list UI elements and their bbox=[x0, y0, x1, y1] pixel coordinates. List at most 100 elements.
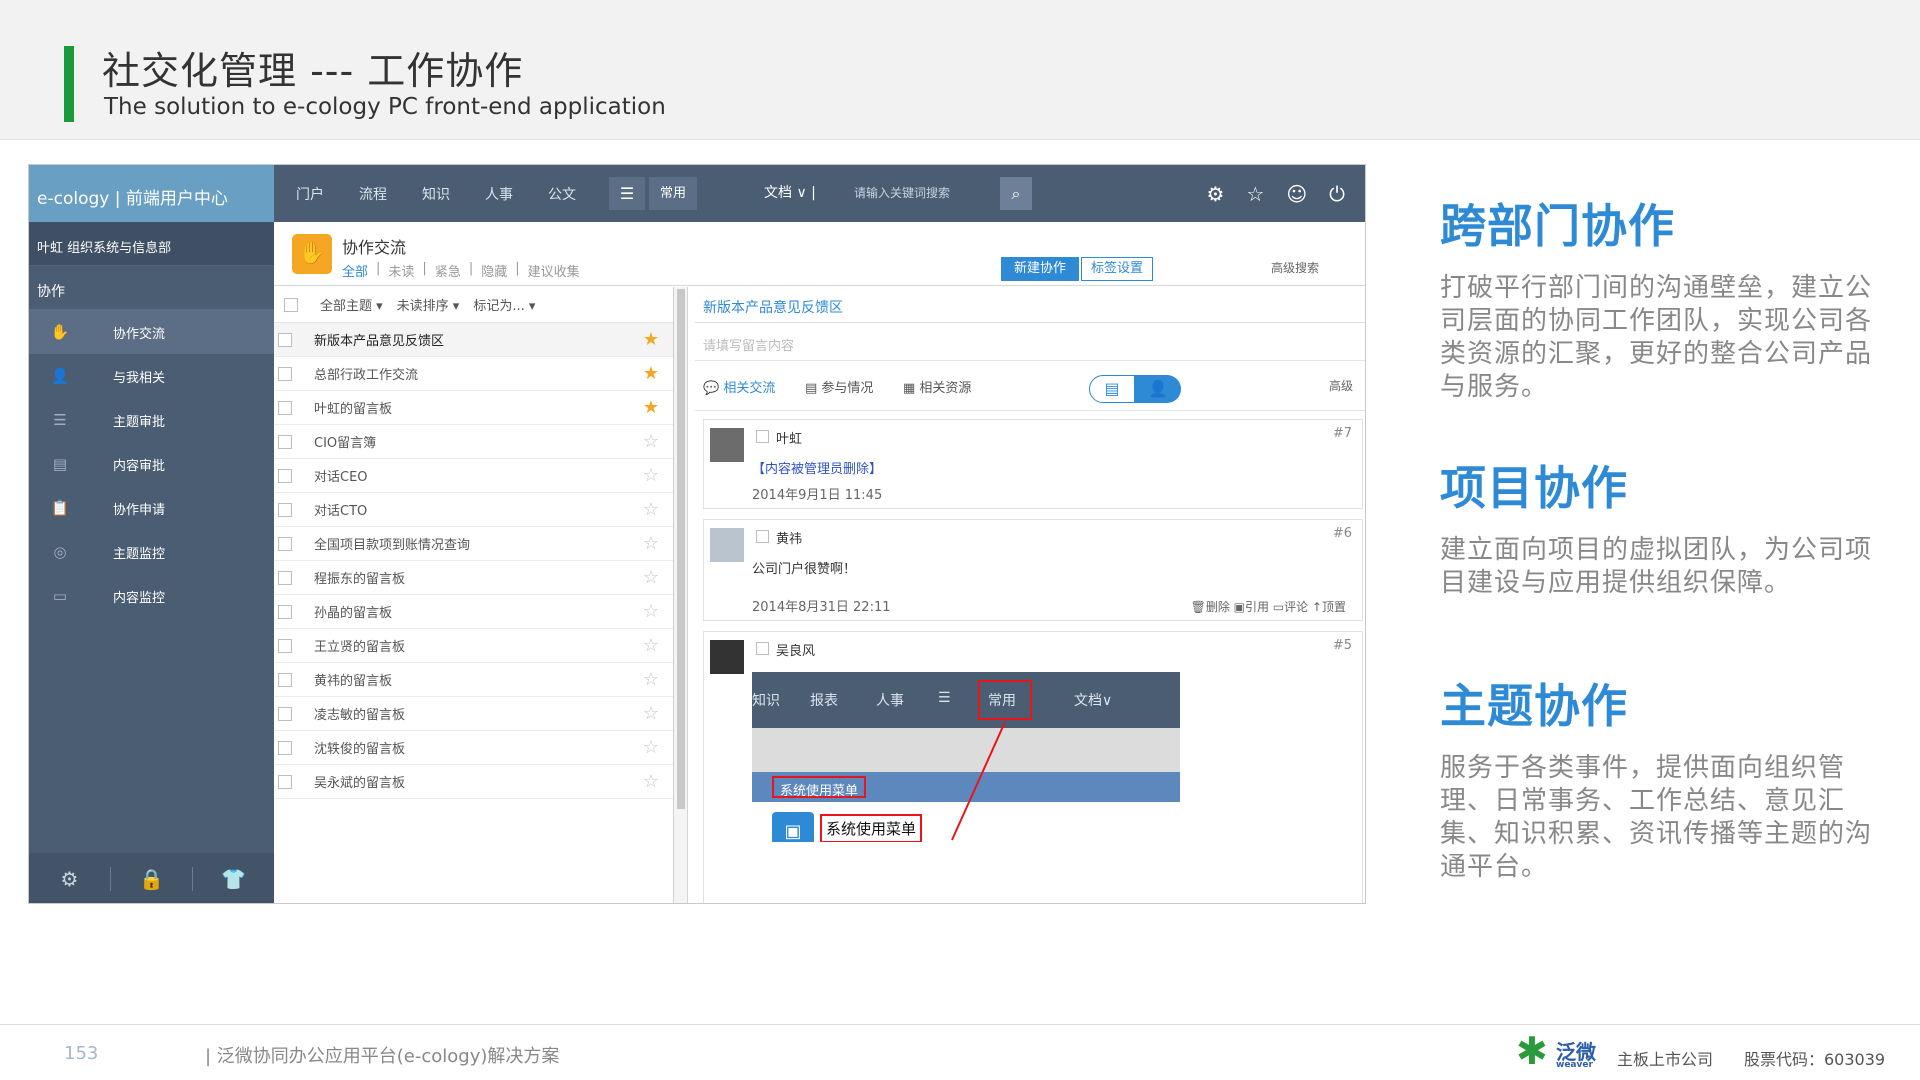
star-icon[interactable]: ★ bbox=[643, 397, 659, 418]
scroll-thumb[interactable] bbox=[677, 289, 685, 809]
tab-related-resources[interactable]: ▦ 相关资源 bbox=[903, 377, 971, 396]
sidebar-item[interactable]: ◎ 主题监控 bbox=[29, 530, 274, 574]
user-row[interactable]: 叶虹 组织系统与信息部 bbox=[29, 222, 274, 266]
shirt-icon[interactable]: 👕 bbox=[193, 867, 274, 891]
star-icon[interactable]: ☆ bbox=[643, 703, 659, 724]
star-icon[interactable]: ★ bbox=[643, 363, 659, 384]
detail-advanced-link[interactable]: 高级 bbox=[1329, 377, 1353, 394]
list-item[interactable]: 王立贤的留言板 ☆ bbox=[274, 629, 673, 663]
post-author[interactable]: 黄祎 bbox=[776, 528, 802, 547]
list-item[interactable]: 对话CEO ☆ bbox=[274, 459, 673, 493]
star-icon[interactable]: ☆ bbox=[1246, 182, 1264, 206]
post-author[interactable]: 叶虹 bbox=[776, 428, 802, 447]
row-checkbox[interactable] bbox=[278, 638, 292, 653]
list-item[interactable]: 对话CTO ☆ bbox=[274, 493, 673, 527]
settings-icon[interactable]: ⚙ bbox=[29, 867, 111, 891]
sidebar-item[interactable]: ▤ 内容审批 bbox=[29, 442, 274, 486]
search-input[interactable]: 请输入关键词搜索 bbox=[854, 177, 994, 210]
advanced-search-link[interactable]: 高级搜索 bbox=[1271, 259, 1319, 276]
select-all-checkbox[interactable] bbox=[284, 297, 298, 312]
list-item[interactable]: 凌志敏的留言板 ☆ bbox=[274, 697, 673, 731]
chat-icon[interactable]: ☺ bbox=[1286, 182, 1307, 206]
reply-input[interactable]: 请填写留言内容 bbox=[695, 323, 1365, 361]
row-checkbox[interactable] bbox=[278, 468, 292, 483]
row-checkbox[interactable] bbox=[278, 434, 292, 449]
content-tab[interactable]: 隐藏 bbox=[481, 261, 507, 280]
doc-icon: ▤ bbox=[52, 455, 68, 473]
star-icon[interactable]: ☆ bbox=[643, 533, 659, 554]
tab-related-discussion[interactable]: 💬 相关交流 bbox=[703, 377, 775, 396]
post-checkbox[interactable] bbox=[756, 430, 769, 443]
row-checkbox[interactable] bbox=[278, 740, 292, 755]
star-icon[interactable]: ☆ bbox=[643, 669, 659, 690]
row-checkbox[interactable] bbox=[278, 706, 292, 721]
content-tab[interactable]: 建议收集 bbox=[528, 261, 580, 280]
content-tab[interactable]: 全部 bbox=[342, 261, 368, 280]
list-item[interactable]: 全国项目款项到账情况查询 ☆ bbox=[274, 527, 673, 561]
avatar bbox=[710, 428, 744, 462]
star-icon[interactable]: ★ bbox=[643, 329, 659, 350]
new-collab-button[interactable]: 新建协作 bbox=[1001, 257, 1079, 281]
star-icon[interactable]: ☆ bbox=[643, 465, 659, 486]
search-icon[interactable]: ⌕ bbox=[1000, 177, 1032, 210]
top-nav-item[interactable]: 门户 bbox=[296, 184, 337, 204]
row-checkbox[interactable] bbox=[278, 774, 292, 789]
tab-participation[interactable]: ▤ 参与情况 bbox=[805, 377, 873, 396]
row-checkbox[interactable] bbox=[278, 604, 292, 619]
star-icon[interactable]: ☆ bbox=[643, 431, 659, 452]
list-item[interactable]: 总部行政工作交流 ★ bbox=[274, 357, 673, 391]
menu-button[interactable]: ☰ bbox=[609, 177, 645, 210]
common-button[interactable]: 常用 bbox=[649, 177, 697, 210]
star-icon[interactable]: ☆ bbox=[643, 499, 659, 520]
search-scope-select[interactable]: 文档 ∨ | bbox=[764, 177, 816, 210]
sidebar-item[interactable]: ☰ 主题审批 bbox=[29, 398, 274, 442]
list-scrollbar[interactable] bbox=[674, 287, 688, 903]
gears-icon[interactable]: ⚙ bbox=[1206, 182, 1224, 206]
row-checkbox[interactable] bbox=[278, 536, 292, 551]
row-checkbox[interactable] bbox=[278, 502, 292, 517]
post-author[interactable]: 吴良风 bbox=[776, 640, 815, 659]
list-view-icon[interactable]: ▤ bbox=[1089, 375, 1135, 403]
star-icon[interactable]: ☆ bbox=[643, 635, 659, 656]
list-item[interactable]: 程振东的留言板 ☆ bbox=[274, 561, 673, 595]
list-item[interactable]: 吴永斌的留言板 ☆ bbox=[274, 765, 673, 799]
star-icon[interactable]: ☆ bbox=[643, 601, 659, 622]
list-filter-dropdown[interactable]: 全部主题 ▾ bbox=[320, 295, 383, 314]
person-icon[interactable]: 👤 bbox=[1135, 375, 1181, 403]
list-item[interactable]: CIO留言簿 ☆ bbox=[274, 425, 673, 459]
list-item[interactable]: 孙晶的留言板 ☆ bbox=[274, 595, 673, 629]
post-checkbox[interactable] bbox=[756, 530, 769, 543]
post-actions[interactable]: 🗑删除 ▣引用 ▭评论 ↑顶置 bbox=[1191, 598, 1346, 615]
sidebar-item[interactable]: 👤 与我相关 bbox=[29, 354, 274, 398]
top-nav-item[interactable]: 公文 bbox=[548, 184, 589, 204]
sidebar-item[interactable]: 📋 协作申请 bbox=[29, 486, 274, 530]
lock-icon[interactable]: 🔒 bbox=[111, 867, 193, 891]
star-icon[interactable]: ☆ bbox=[643, 771, 659, 792]
row-checkbox[interactable] bbox=[278, 400, 292, 415]
top-nav-item[interactable]: 知识 bbox=[422, 184, 463, 204]
content-tab[interactable]: 紧急 bbox=[435, 261, 461, 280]
star-icon[interactable]: ☆ bbox=[643, 567, 659, 588]
post-checkbox[interactable] bbox=[756, 642, 769, 655]
sidebar-item[interactable]: ▭ 内容监控 bbox=[29, 574, 274, 618]
power-icon[interactable]: ⏻ bbox=[1329, 182, 1345, 206]
row-checkbox[interactable] bbox=[278, 570, 292, 585]
row-checkbox[interactable] bbox=[278, 366, 292, 381]
app-brand[interactable]: e-cology | 前端用户中心 bbox=[29, 165, 274, 222]
list-item[interactable]: 叶虹的留言板 ★ bbox=[274, 391, 673, 425]
top-nav-item[interactable]: 人事 bbox=[485, 184, 526, 204]
tag-settings-button[interactable]: 标签设置 bbox=[1081, 257, 1153, 281]
post-6: 黄祎 #6 公司门户很赞啊！ 2014年8月31日 22:11 🗑删除 ▣引用 … bbox=[703, 519, 1363, 621]
list-item[interactable]: 黄祎的留言板 ☆ bbox=[274, 663, 673, 697]
star-icon[interactable]: ☆ bbox=[643, 737, 659, 758]
list-item[interactable]: 沈轶俊的留言板 ☆ bbox=[274, 731, 673, 765]
content-tab[interactable]: 未读 bbox=[388, 261, 414, 280]
top-nav-item[interactable]: 流程 bbox=[359, 184, 400, 204]
row-checkbox[interactable] bbox=[278, 332, 292, 347]
list-filter-dropdown[interactable]: 未读排序 ▾ bbox=[397, 295, 460, 314]
list-filter-dropdown[interactable]: 标记为... ▾ bbox=[473, 295, 535, 314]
list-item[interactable]: 新版本产品意见反馈区 ★ bbox=[274, 323, 673, 357]
sidebar-item[interactable]: ✋ 协作交流 bbox=[29, 310, 274, 354]
row-checkbox[interactable] bbox=[278, 672, 292, 687]
avatar bbox=[710, 528, 744, 562]
